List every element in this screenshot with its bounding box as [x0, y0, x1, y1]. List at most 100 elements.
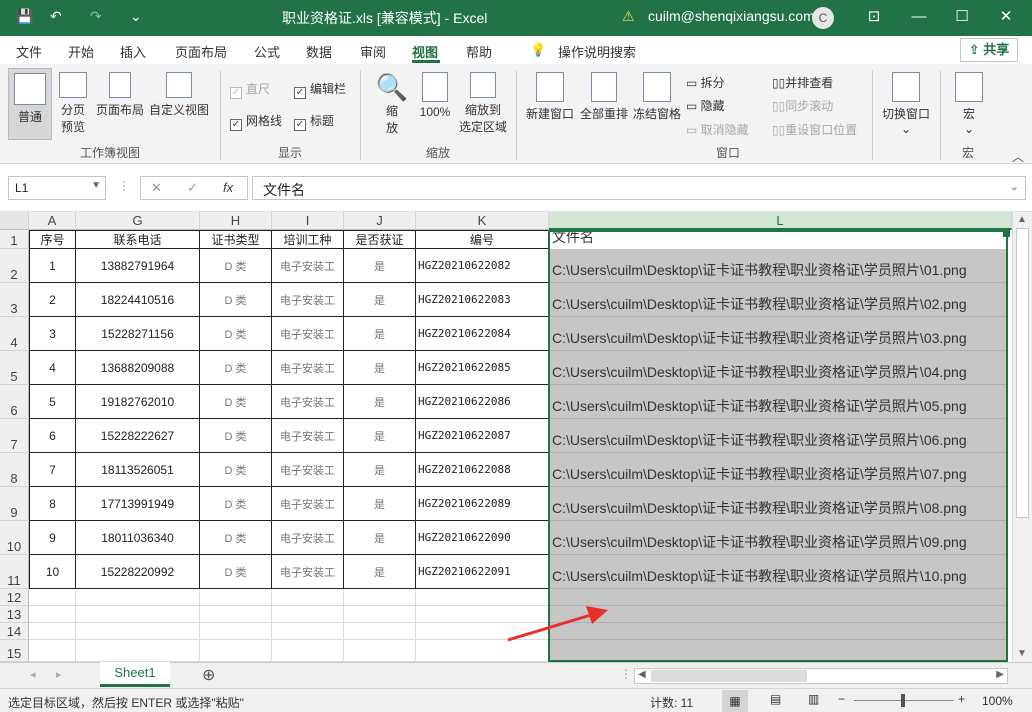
collapse-ribbon-icon[interactable]: ︿: [1012, 148, 1024, 165]
tab-view[interactable]: 视图: [412, 42, 438, 61]
table-cell-cert-type[interactable]: D 类: [200, 317, 272, 351]
name-box[interactable]: L1 ▼: [8, 176, 106, 200]
table-cell-trade[interactable]: 电子安装工: [272, 521, 344, 555]
table-cell-filename[interactable]: C:\Users\cuilm\Desktop\证卡证书教程\职业资格证\学员照片…: [549, 555, 1007, 589]
empty-cell[interactable]: [76, 606, 200, 623]
table-cell-cert-type[interactable]: D 类: [200, 453, 272, 487]
row-header[interactable]: 10: [0, 521, 29, 555]
save-icon[interactable]: 💾: [16, 8, 33, 25]
empty-cell[interactable]: [344, 623, 416, 640]
undo-icon[interactable]: ↶: [50, 8, 62, 25]
hscroll-thumb[interactable]: [651, 670, 807, 682]
next-sheet-icon[interactable]: ▸: [56, 668, 62, 681]
view-side-by-side-button[interactable]: ▯▯并排查看: [772, 74, 833, 91]
table-cell-phone[interactable]: 18224410516: [76, 283, 200, 317]
horizontal-scrollbar[interactable]: ◀ ▶: [634, 668, 1008, 684]
share-button[interactable]: ⇪ 共享: [960, 38, 1018, 62]
spreadsheet-grid[interactable]: A G H I J K L 1 序号 联系电话 证书类型 培训工种 是否获证 编号 文件名 2 1…: [0, 212, 1012, 662]
empty-cell[interactable]: [272, 606, 344, 623]
column-header-g[interactable]: G: [76, 212, 200, 230]
freeze-panes-button[interactable]: 冻结窗格: [632, 72, 682, 122]
table-cell-seq[interactable]: 7: [29, 453, 76, 487]
empty-cell[interactable]: [200, 589, 272, 606]
normal-view-status-button[interactable]: ▦: [722, 690, 748, 712]
table-cell-filename[interactable]: C:\Users\cuilm\Desktop\证卡证书教程\职业资格证\学员照片…: [549, 487, 1007, 521]
cancel-icon[interactable]: ✕: [151, 180, 162, 196]
macros-button[interactable]: 宏 ⌄: [950, 72, 988, 136]
empty-cell[interactable]: [344, 589, 416, 606]
tab-help[interactable]: 帮助: [466, 42, 492, 61]
table-cell-code[interactable]: HGZ20210622085: [416, 351, 549, 385]
table-cell-certified[interactable]: 是: [344, 249, 416, 283]
row-header[interactable]: 8: [0, 453, 29, 487]
column-header-i[interactable]: I: [272, 212, 344, 230]
column-header-l[interactable]: L: [549, 212, 1012, 230]
split-button[interactable]: ▭ 拆分: [686, 74, 725, 91]
table-cell-code[interactable]: HGZ20210622082: [416, 249, 549, 283]
maximize-button[interactable]: ☐: [948, 4, 976, 32]
table-cell-cert-type[interactable]: D 类: [200, 385, 272, 419]
table-cell-trade[interactable]: 电子安装工: [272, 419, 344, 453]
zoom-to-selection-button[interactable]: 缩放到 选定区域: [456, 72, 510, 135]
table-cell-phone[interactable]: 15228222627: [76, 419, 200, 453]
table-cell-phone[interactable]: 13688209088: [76, 351, 200, 385]
empty-cell[interactable]: [200, 606, 272, 623]
table-cell-seq[interactable]: 8: [29, 487, 76, 521]
header-cell[interactable]: 是否获证: [344, 230, 416, 249]
row-header[interactable]: 1: [0, 230, 29, 249]
empty-cell[interactable]: [29, 589, 76, 606]
table-cell-cert-type[interactable]: D 类: [200, 283, 272, 317]
header-cell[interactable]: 证书类型: [200, 230, 272, 249]
tab-split-icon[interactable]: ⋮: [620, 667, 632, 681]
scroll-right-icon[interactable]: ▶: [996, 669, 1004, 680]
row-header[interactable]: 7: [0, 419, 29, 453]
scroll-up-icon[interactable]: ▲: [1017, 214, 1027, 225]
hide-button[interactable]: ▭ 隐藏: [686, 97, 725, 114]
table-cell-certified[interactable]: 是: [344, 283, 416, 317]
table-cell-cert-type[interactable]: D 类: [200, 521, 272, 555]
row-header[interactable]: 14: [0, 623, 29, 640]
empty-cell[interactable]: [272, 623, 344, 640]
row-header[interactable]: 6: [0, 385, 29, 419]
header-cell[interactable]: 培训工种: [272, 230, 344, 249]
table-cell-seq[interactable]: 10: [29, 555, 76, 589]
empty-cell[interactable]: [29, 640, 76, 662]
table-cell-trade[interactable]: 电子安装工: [272, 283, 344, 317]
select-all-corner[interactable]: [0, 212, 29, 230]
scroll-thumb[interactable]: [1016, 228, 1029, 518]
reset-window-position-button[interactable]: ▯▯重设窗口位置: [772, 121, 857, 138]
empty-cell[interactable]: [344, 640, 416, 662]
column-header-j[interactable]: J: [344, 212, 416, 230]
header-cell[interactable]: 序号: [29, 230, 76, 249]
add-sheet-icon[interactable]: ⊕: [202, 665, 215, 685]
table-cell-certified[interactable]: 是: [344, 419, 416, 453]
table-cell-seq[interactable]: 5: [29, 385, 76, 419]
table-cell-seq[interactable]: 3: [29, 317, 76, 351]
table-cell-code[interactable]: HGZ20210622088: [416, 453, 549, 487]
row-header[interactable]: 15: [0, 640, 29, 662]
headings-checkbox[interactable]: ✓ 标题: [294, 112, 334, 131]
row-header[interactable]: 13: [0, 606, 29, 623]
expand-formula-icon[interactable]: ⌄: [1010, 180, 1019, 193]
empty-cell[interactable]: [272, 640, 344, 662]
empty-cell[interactable]: [76, 623, 200, 640]
table-cell-code[interactable]: HGZ20210622091: [416, 555, 549, 589]
zoom-slider-thumb[interactable]: [901, 694, 905, 707]
ribbon-display-options-icon[interactable]: ⊡: [860, 4, 888, 32]
empty-cell[interactable]: [200, 640, 272, 662]
row-header[interactable]: 5: [0, 351, 29, 385]
qat-customize-icon[interactable]: ⌄: [130, 8, 142, 25]
row-header[interactable]: 11: [0, 555, 29, 589]
header-cell-filename[interactable]: 文件名: [549, 230, 1007, 249]
custom-views-button[interactable]: 自定义视图: [148, 72, 210, 118]
table-cell-seq[interactable]: 6: [29, 419, 76, 453]
empty-cell[interactable]: [76, 640, 200, 662]
new-window-button[interactable]: 新建窗口: [524, 72, 576, 122]
table-cell-filename[interactable]: C:\Users\cuilm\Desktop\证卡证书教程\职业资格证\学员照片…: [549, 385, 1007, 419]
table-cell-phone[interactable]: 15228220992: [76, 555, 200, 589]
page-break-preview-button[interactable]: 分页 预览: [56, 72, 90, 135]
column-header-k[interactable]: K: [416, 212, 549, 230]
tab-review[interactable]: 审阅: [360, 42, 386, 61]
table-cell-code[interactable]: HGZ20210622087: [416, 419, 549, 453]
sync-scroll-button[interactable]: ▯▯同步滚动: [772, 97, 833, 114]
